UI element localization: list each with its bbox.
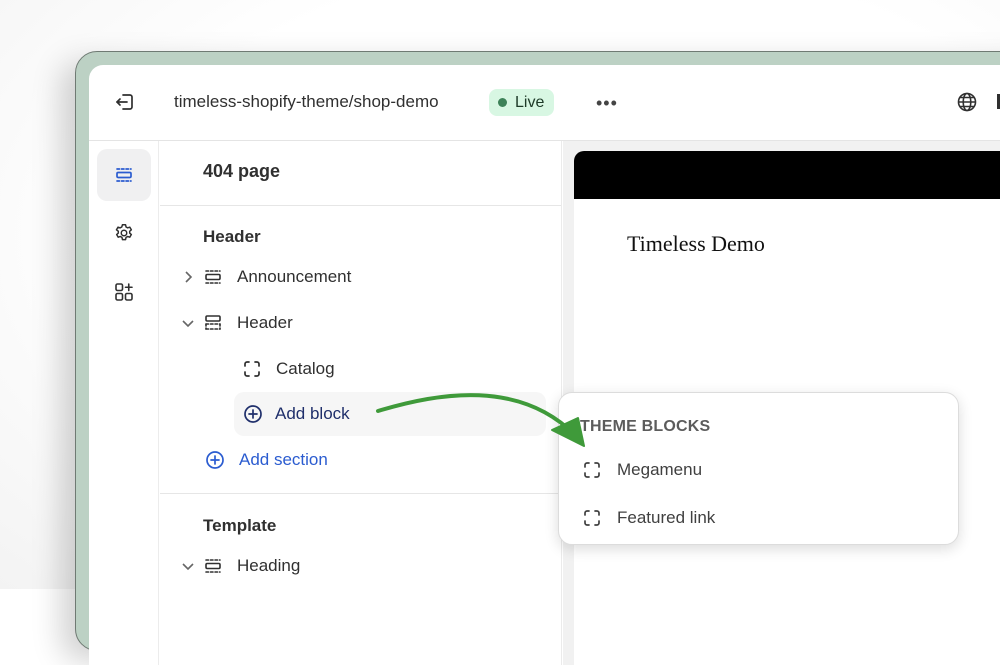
plus-circle-icon: [206, 451, 224, 469]
sidebar-rail: [89, 141, 159, 665]
announcement-bar[interactable]: [574, 151, 1000, 199]
sections-panel: 404 page Header Announcement Header Cata…: [160, 141, 562, 665]
popover-heading: THEME BLOCKS: [580, 418, 711, 435]
popover-item-label: Featured link: [617, 508, 716, 527]
rail-item-apps[interactable]: [97, 266, 151, 318]
rail-item-theme-settings[interactable]: [97, 207, 151, 259]
add-section-label: Add section: [239, 450, 328, 469]
chevron-down-icon[interactable]: [180, 318, 196, 328]
block-item-label: Catalog: [276, 359, 335, 378]
exit-icon[interactable]: [114, 91, 136, 113]
panel-title: 404 page: [203, 161, 281, 181]
sections-icon: [116, 168, 132, 182]
chevron-right-icon[interactable]: [180, 270, 196, 284]
chevron-down-icon[interactable]: [180, 561, 196, 571]
block-item-catalog[interactable]: Catalog: [242, 348, 551, 390]
group-label-header: Header: [203, 227, 261, 246]
top-bar: timeless-shopify-theme/shop-demo Live ••…: [89, 65, 1000, 141]
plus-circle-icon: [244, 405, 262, 423]
block-icon: [584, 462, 600, 478]
status-badge-label: Live: [515, 93, 545, 111]
add-block-button[interactable]: Add block: [234, 392, 546, 436]
store-theme-path[interactable]: timeless-shopify-theme/shop-demo: [174, 92, 439, 112]
tree-item-label: Header: [237, 313, 293, 332]
globe-icon[interactable]: [956, 91, 978, 113]
more-icon[interactable]: •••: [596, 93, 618, 114]
apps-add-icon: [115, 283, 133, 301]
store-name[interactable]: Timeless Demo: [627, 231, 765, 257]
tree-item-announcement[interactable]: Announcement: [180, 256, 551, 298]
divider: [160, 493, 561, 494]
section-icon: [205, 270, 221, 284]
theme-editor-window: timeless-shopify-theme/shop-demo Live ••…: [89, 65, 1000, 665]
tree-item-header[interactable]: Header: [180, 302, 551, 344]
tree-item-heading[interactable]: Heading: [180, 545, 551, 587]
add-block-popover: THEME BLOCKS Megamenu Featured link: [558, 392, 959, 545]
add-block-label: Add block: [275, 404, 350, 423]
header-section-icon: [205, 315, 221, 330]
popover-item-featured-link[interactable]: Featured link: [582, 503, 715, 533]
tree-item-label: Heading: [237, 556, 301, 575]
rail-item-sections[interactable]: [97, 149, 151, 201]
divider: [160, 205, 561, 206]
section-icon: [205, 559, 221, 573]
gear-icon: [115, 224, 133, 241]
group-label-template: Template: [203, 516, 277, 535]
status-badge: Live: [489, 89, 555, 116]
popover-item-label: Megamenu: [617, 460, 703, 479]
block-icon: [584, 510, 600, 526]
popover-item-megamenu[interactable]: Megamenu: [582, 455, 702, 485]
live-dot-icon: [498, 98, 507, 107]
tree-item-label: Announcement: [237, 267, 352, 286]
block-icon: [244, 361, 260, 377]
add-section-button[interactable]: Add section: [205, 440, 328, 480]
